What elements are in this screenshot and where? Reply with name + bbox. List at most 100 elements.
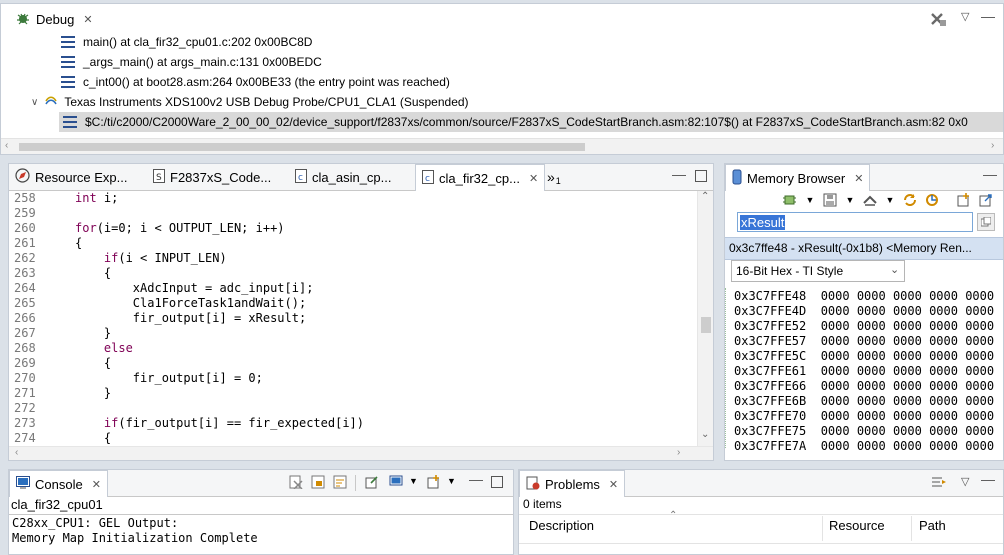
chevron-down-icon[interactable]: ∨ (31, 97, 38, 108)
tab-cla-asin[interactable]: c cla_asin_cp... (289, 164, 398, 190)
dropdown-icon[interactable]: ▼ (447, 476, 456, 486)
close-icon[interactable]: ✕ (854, 172, 863, 185)
go-button[interactable] (977, 213, 995, 231)
code-line[interactable]: 268 else (9, 341, 697, 356)
scroll-left-icon[interactable]: ‹ (5, 140, 8, 151)
code-line[interactable]: 272 (9, 401, 697, 416)
tab-debug[interactable]: Debug ✕ (9, 6, 99, 32)
editor-vscrollbar[interactable]: ⌃ ⌄ (697, 191, 713, 446)
memory-row[interactable]: 0x3C7FFE70 0000 0000 0000 0000 0000 (734, 409, 994, 424)
column-divider[interactable] (911, 516, 912, 541)
memory-row[interactable]: 0x3C7FFE7A 0000 0000 0000 0000 0000 (734, 439, 994, 454)
memory-data: 0000 0000 0000 0000 0000 (820, 424, 995, 438)
close-icon[interactable]: ✕ (92, 478, 101, 491)
code-line[interactable]: 261 { (9, 236, 697, 251)
tab-codestartbranch[interactable]: S F2837xS_Code... (147, 164, 277, 190)
debug-probe-node[interactable]: ∨ Texas Instruments XDS100v2 USB Debug P… (31, 92, 469, 112)
close-icon[interactable]: ✕ (609, 478, 618, 491)
memory-row[interactable]: 0x3C7FFE4D 0000 0000 0000 0000 0000 (734, 304, 994, 319)
refresh-icon[interactable] (901, 192, 919, 208)
maximize-icon[interactable] (491, 476, 503, 488)
memory-row[interactable]: 0x3C7FFE61 0000 0000 0000 0000 0000 (734, 364, 994, 379)
memory-search-input[interactable]: xResult (737, 212, 973, 232)
code-line[interactable]: 266 fir_output[i] = xResult; (9, 311, 697, 326)
close-icon[interactable]: ✕ (83, 13, 92, 26)
scroll-up-icon[interactable]: ⌃ (701, 191, 709, 202)
memory-row[interactable]: 0x3C7FFE75 0000 0000 0000 0000 0000 (734, 424, 994, 439)
code-text[interactable]: 258 int i; 259 260 for(i=0; i < OUTPUT_LEN; … (9, 191, 697, 446)
scroll-lock-icon[interactable] (311, 475, 325, 492)
scrollbar-thumb[interactable] (701, 317, 711, 333)
code-line[interactable]: 273 if(fir_output[i] == fir_expected[i]) (9, 416, 697, 431)
column-header-description[interactable]: Description (529, 518, 594, 533)
open-console-icon[interactable] (427, 475, 441, 492)
scrollbar-thumb[interactable] (19, 143, 585, 151)
scroll-down-icon[interactable]: ⌄ (701, 429, 709, 440)
minimize-icon[interactable]: — (981, 471, 995, 487)
new-tab-icon[interactable] (955, 192, 973, 208)
code-line[interactable]: 267 } (9, 326, 697, 341)
column-divider[interactable] (822, 516, 823, 541)
view-menu-icon[interactable]: ▽ (961, 10, 969, 23)
memory-row[interactable]: 0x3C7FFE66 0000 0000 0000 0000 0000 (734, 379, 994, 394)
code-line[interactable]: 258 int i; (9, 191, 697, 206)
memory-row[interactable]: 0x3C7FFE57 0000 0000 0000 0000 0000 (734, 334, 994, 349)
scroll-right-icon[interactable]: › (991, 140, 994, 151)
tab-cla-fir32[interactable]: c cla_fir32_cp... ✕ (415, 164, 546, 191)
stack-frame-c-int00[interactable]: c_int00() at boot28.asm:264 0x00BE33 (th… (61, 72, 450, 92)
code-line[interactable]: 271 } (9, 386, 697, 401)
stack-frame-args-main[interactable]: _args_main() at args_main.c:131 0x00BEDC (61, 52, 322, 72)
tab-resource-explorer[interactable]: Resource Exp... (9, 164, 134, 190)
word-wrap-icon[interactable] (333, 475, 347, 492)
memory-row[interactable]: 0x3C7FFE5C 0000 0000 0000 0000 0000 (734, 349, 994, 364)
filter-icon[interactable] (931, 475, 947, 492)
debug-hscrollbar[interactable]: ‹ › (1, 138, 1003, 154)
close-icon[interactable]: ✕ (529, 172, 538, 185)
memory-row[interactable]: 0x3C7FFE6B 0000 0000 0000 0000 0000 (734, 394, 994, 409)
save-memory-icon[interactable] (821, 192, 839, 208)
code-line[interactable]: 263 { (9, 266, 697, 281)
scroll-left-icon[interactable]: ‹ (15, 447, 18, 458)
code-line[interactable]: 264 xAdcInput = adc_input[i]; (9, 281, 697, 296)
column-header-resource[interactable]: Resource (829, 518, 885, 533)
pin-console-icon[interactable] (365, 475, 379, 492)
new-rendering-icon[interactable] (781, 192, 799, 208)
console-output[interactable]: C28xx_CPU1: GEL Output: Memory Map Initi… (12, 516, 258, 546)
memory-row[interactable]: 0x3C7FFE52 0000 0000 0000 0000 0000 (734, 319, 994, 334)
code-line[interactable]: 259 (9, 206, 697, 221)
stack-frame-selected[interactable]: $C:/ti/c2000/C2000Ware_2_00_00_02/device… (59, 112, 1003, 132)
import-memory-icon[interactable] (861, 192, 879, 208)
minimize-icon[interactable]: — (469, 471, 483, 487)
tab-problems[interactable]: Problems ✕ (519, 470, 626, 497)
tab-memory-browser[interactable]: Memory Browser ✕ (725, 164, 871, 191)
display-console-icon[interactable] (389, 475, 403, 492)
tab-console[interactable]: Console ✕ (9, 470, 108, 497)
minimize-icon[interactable]: — (672, 166, 686, 182)
code-line[interactable]: 265 Cla1ForceTask1andWait(); (9, 296, 697, 311)
stack-frame-main[interactable]: main() at cla_fir32_cpu01.c:202 0x00BC8D (61, 32, 312, 52)
editor-hscrollbar[interactable]: ‹ › (9, 446, 713, 460)
view-menu-icon[interactable]: ▽ (961, 475, 969, 488)
maximize-icon[interactable] (695, 170, 707, 182)
sync-icon[interactable] (923, 192, 941, 208)
minimize-icon[interactable]: — (983, 166, 997, 182)
dropdown-icon[interactable]: ▼ (801, 192, 819, 208)
clear-console-icon[interactable] (289, 475, 303, 492)
minimize-icon[interactable]: — (981, 8, 995, 24)
dropdown-icon[interactable]: ▼ (841, 192, 859, 208)
tab-overflow[interactable]: » 1 (541, 164, 567, 190)
scroll-right-icon[interactable]: › (677, 447, 680, 458)
dropdown-icon[interactable]: ▼ (881, 192, 899, 208)
code-line[interactable]: 262 if(i < INPUT_LEN) (9, 251, 697, 266)
code-line[interactable]: 270 fir_output[i] = 0; (9, 371, 697, 386)
format-select[interactable]: 16-Bit Hex - TI Style ⌄ (731, 260, 905, 282)
memory-row[interactable]: 0x3C7FFE48 0000 0000 0000 0000 0000 (734, 289, 994, 304)
code-line[interactable]: 269 { (9, 356, 697, 371)
remove-terminated-icon[interactable] (929, 11, 947, 30)
pin-icon[interactable] (977, 192, 995, 208)
column-header-path[interactable]: Path (919, 518, 946, 533)
dropdown-icon[interactable]: ▼ (409, 476, 418, 486)
rendering-tab[interactable]: 0x3c7ffe48 - xResult(-0x1b8) <Memory Ren… (725, 237, 1003, 260)
code-line[interactable]: 274 { (9, 431, 697, 446)
code-line[interactable]: 260 for(i=0; i < OUTPUT_LEN; i++) (9, 221, 697, 236)
